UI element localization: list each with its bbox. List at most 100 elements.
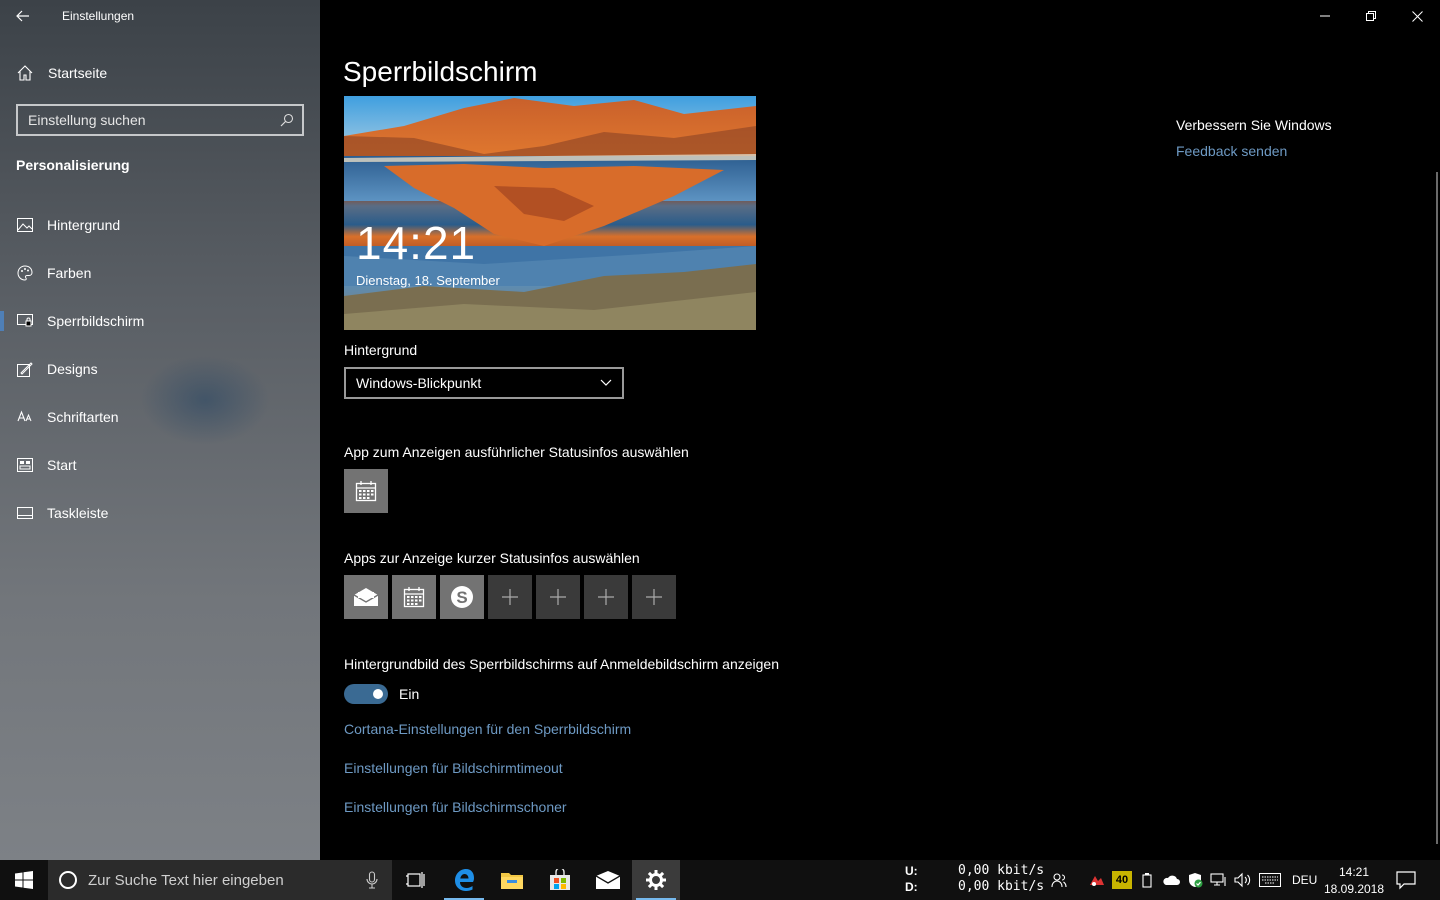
detailed-status-label: App zum Anzeigen ausführlicher Statusinf… <box>344 444 689 460</box>
mail-taskbar-button[interactable] <box>584 860 632 900</box>
network-meter-labels: U: D: <box>905 863 918 895</box>
page-title: Sperrbildschirm <box>343 56 538 87</box>
quick-status-add-slot[interactable] <box>488 575 532 619</box>
settings-search-input[interactable] <box>18 112 272 128</box>
mail-icon <box>353 588 379 606</box>
quick-status-add-slot[interactable] <box>584 575 628 619</box>
task-view-button[interactable] <box>392 860 440 900</box>
back-button[interactable] <box>0 0 46 32</box>
taskbar-search-box[interactable]: Zur Suche Text hier eingeben <box>48 860 392 900</box>
sidebar-item-label: Schriftarten <box>47 409 119 425</box>
quick-status-add-slot[interactable] <box>632 575 676 619</box>
home-icon <box>17 65 33 81</box>
add-icon <box>550 589 566 605</box>
settings-sidebar: Einstellungen Startseite Personalisierun… <box>0 0 320 860</box>
edge-icon <box>455 869 474 891</box>
input-language[interactable]: DEU <box>1292 873 1317 887</box>
sidebar-item-start[interactable]: Start <box>0 441 320 489</box>
section-title: Personalisierung <box>16 157 130 173</box>
network-icon[interactable] <box>1210 871 1228 889</box>
mail-icon <box>596 871 620 889</box>
skype-icon: S <box>451 586 473 608</box>
home-link[interactable]: Startseite <box>16 60 107 86</box>
add-icon <box>502 589 518 605</box>
network-meter-values: 0,00 kbit/s 0,00 kbit/s <box>958 863 1044 895</box>
sidebar-item-farben[interactable]: Farben <box>0 249 320 297</box>
battery-icon[interactable] <box>1138 871 1156 889</box>
sidebar-item-label: Taskleiste <box>47 505 109 521</box>
sidebar-item-hintergrund[interactable]: Hintergrund <box>0 201 320 249</box>
brush-icon <box>16 360 34 378</box>
quick-status-label: Apps zur Anzeige kurzer Statusinfos ausw… <box>344 550 640 566</box>
background-label: Hintergrund <box>344 342 418 358</box>
help-panel: Verbessern Sie Windows Feedback senden <box>1176 117 1332 159</box>
taskbar-icon <box>16 504 34 522</box>
volume-icon[interactable] <box>1234 871 1252 889</box>
preview-date: Dienstag, 18. September <box>356 273 500 288</box>
quick-status-app-skype[interactable]: S <box>440 575 484 619</box>
settings-search-box[interactable] <box>16 104 304 136</box>
clock-time: 14:21 <box>1338 865 1370 879</box>
sidebar-nav: Hintergrund Farben Sperrbildschirm Desig… <box>0 201 320 537</box>
start-button[interactable] <box>0 860 48 900</box>
settings-icon <box>646 870 666 890</box>
background-dropdown-value: Windows-Blickpunkt <box>356 375 482 391</box>
calendar-icon <box>355 481 377 502</box>
taskbar-clock[interactable]: 14:21 18.09.2018 <box>1322 864 1386 898</box>
settings-main: Sperrbildschirm 14:21 Dienstag, 18. Sept… <box>320 0 1440 860</box>
store-icon <box>550 869 570 890</box>
back-arrow-icon <box>16 10 29 22</box>
font-icon <box>16 408 34 426</box>
file-explorer-icon <box>501 873 523 889</box>
calendar-icon <box>403 587 425 608</box>
palette-icon <box>16 264 34 282</box>
background-dropdown[interactable]: Windows-Blickpunkt <box>344 367 624 399</box>
system-tray: 40 <box>1050 860 1282 900</box>
edge-taskbar-button[interactable] <box>440 860 488 900</box>
signin-background-label: Hintergrundbild des Sperrbildschirms auf… <box>344 656 779 672</box>
cortana-icon <box>59 871 77 889</box>
tray-badge[interactable]: 40 <box>1112 871 1132 889</box>
file-explorer-taskbar-button[interactable] <box>488 860 536 900</box>
people-icon[interactable] <box>1050 871 1068 889</box>
scrollbar[interactable] <box>1436 172 1438 844</box>
title-bar: Einstellungen <box>0 0 320 32</box>
sidebar-item-label: Hintergrund <box>47 217 121 233</box>
sidebar-item-designs[interactable]: Designs <box>0 345 320 393</box>
sidebar-item-label: Designs <box>47 361 98 377</box>
quick-status-app-mail[interactable] <box>344 575 388 619</box>
microphone-icon[interactable] <box>352 871 392 889</box>
taskbar-search-placeholder: Zur Suche Text hier eingeben <box>88 871 284 889</box>
feedback-link[interactable]: Feedback senden <box>1176 143 1332 159</box>
windows-logo-icon <box>15 871 33 889</box>
toggle-knob <box>373 689 383 699</box>
settings-taskbar-button[interactable] <box>632 860 680 900</box>
keyboard-icon[interactable] <box>1258 871 1282 889</box>
screen-timeout-settings-link[interactable]: Einstellungen für Bildschirmtimeout <box>344 760 563 776</box>
upload-label: U: <box>905 864 918 878</box>
tray-app-icon[interactable] <box>1088 871 1106 889</box>
add-icon <box>646 589 662 605</box>
defender-icon[interactable] <box>1186 871 1204 889</box>
sidebar-item-label: Sperrbildschirm <box>47 313 145 329</box>
screensaver-settings-link[interactable]: Einstellungen für Bildschirmschoner <box>344 799 567 815</box>
quick-status-add-slot[interactable] <box>536 575 580 619</box>
start-icon <box>16 456 34 474</box>
chevron-down-icon <box>600 379 612 386</box>
cortana-lockscreen-settings-link[interactable]: Cortana-Einstellungen für den Sperrbilds… <box>344 721 631 737</box>
sidebar-item-taskleiste[interactable]: Taskleiste <box>0 489 320 537</box>
onedrive-icon[interactable] <box>1162 871 1180 889</box>
store-taskbar-button[interactable] <box>536 860 584 900</box>
download-label: D: <box>905 880 918 894</box>
signin-background-toggle[interactable] <box>344 684 388 704</box>
picture-icon <box>16 216 34 234</box>
search-icon[interactable] <box>272 113 302 127</box>
sidebar-item-label: Farben <box>47 265 92 281</box>
home-label: Startseite <box>48 65 108 81</box>
task-view-icon <box>406 872 425 888</box>
sidebar-item-sperrbildschirm[interactable]: Sperrbildschirm <box>0 297 320 345</box>
sidebar-item-schriftarten[interactable]: Schriftarten <box>0 393 320 441</box>
action-center-button[interactable] <box>1396 870 1416 895</box>
quick-status-app-calendar[interactable] <box>392 575 436 619</box>
detailed-status-app-button[interactable] <box>344 469 388 513</box>
